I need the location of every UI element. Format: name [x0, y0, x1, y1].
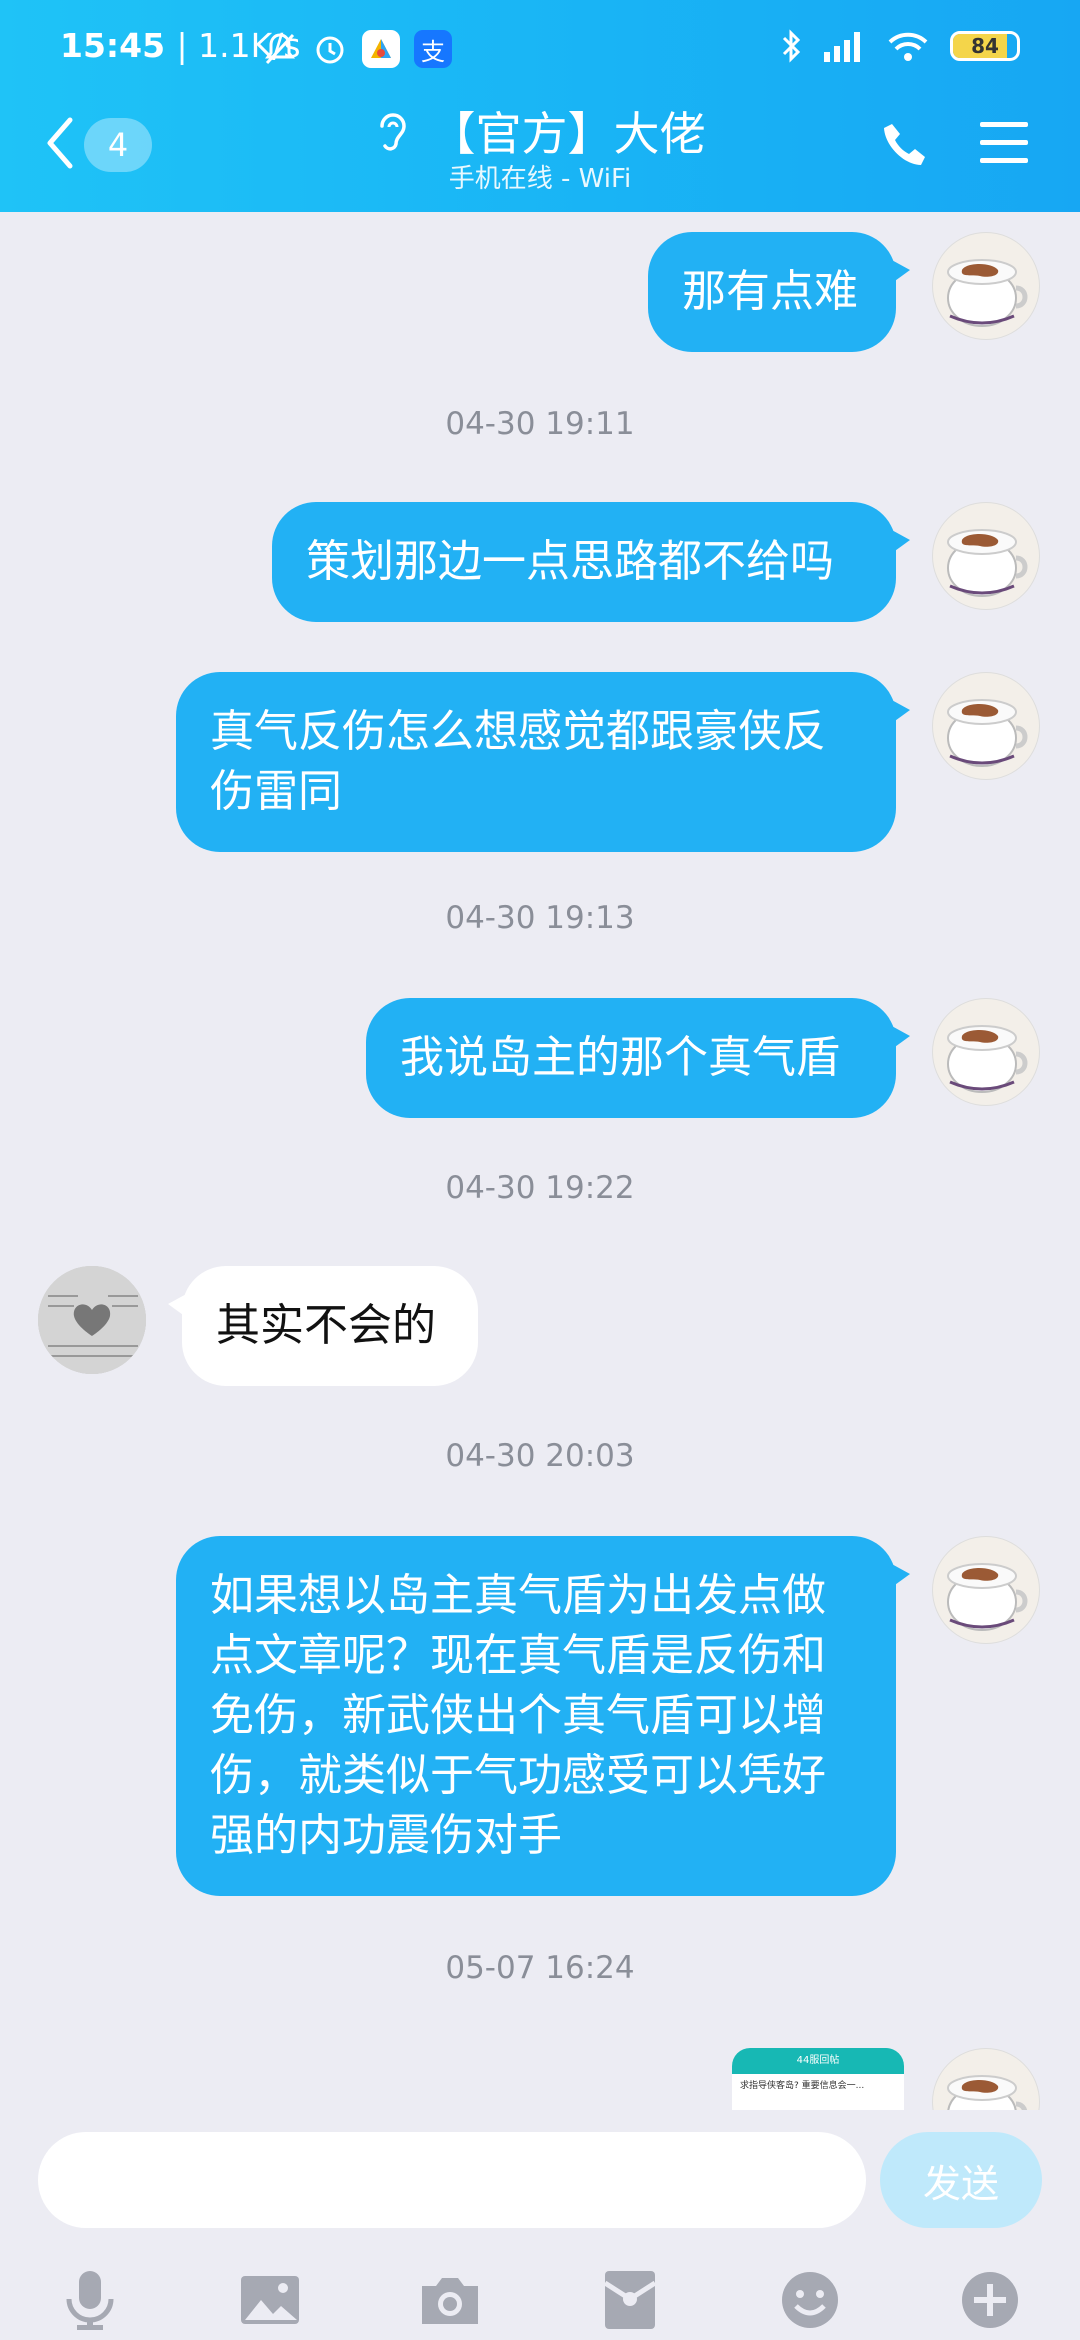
- camera-button[interactable]: [410, 2260, 490, 2340]
- composer-toolbar: [0, 2260, 1080, 2340]
- message-bubble-received[interactable]: 其实不会的: [168, 1266, 478, 1386]
- message-timestamp: 05-07 16:24: [445, 1950, 635, 1986]
- message-bubble-sent[interactable]: 策划那边一点思路都不给吗: [272, 502, 910, 622]
- bluetooth-icon: [782, 29, 801, 63]
- thumbnail-title: 44服回帖: [732, 2048, 904, 2074]
- message-bubble-sent[interactable]: 我说岛主的那个真气盾: [366, 998, 910, 1118]
- red-packet-button[interactable]: [590, 2260, 670, 2340]
- emoji-icon: [782, 2272, 838, 2328]
- my-avatar[interactable]: [932, 232, 1040, 340]
- message-bubble-sent[interactable]: 如果想以岛主真气盾为出发点做点文章呢？现在真气盾是反伤和免伤，新武侠出个真气盾可…: [176, 1536, 910, 1896]
- my-avatar[interactable]: [932, 1536, 1040, 1644]
- wifi-icon: [888, 32, 928, 61]
- chat-title: 【官方】大佬: [429, 107, 706, 161]
- thumbnail-text: 求指导侠客岛? 重要信息会一...: [740, 2081, 865, 2091]
- message-timestamp: 04-30 19:11: [445, 406, 635, 442]
- status-notification-icons: 支: [262, 30, 452, 68]
- emoji-button[interactable]: [770, 2260, 850, 2340]
- signal-icon: [824, 32, 860, 62]
- red-packet-icon: [603, 2271, 657, 2329]
- message-timestamp: 04-30 19:22: [445, 1170, 635, 1206]
- my-avatar[interactable]: [932, 2048, 1040, 2110]
- phone-call-icon[interactable]: [878, 118, 932, 172]
- chat-header: 15:45 | 1.1K/s 支 84 4 【官方】大佬 手机在线 - WiFi: [0, 0, 1080, 212]
- send-button[interactable]: 发送: [880, 2132, 1042, 2228]
- contact-avatar[interactable]: [38, 1266, 146, 1374]
- status-system-icons: 84: [780, 28, 1020, 64]
- my-avatar[interactable]: [932, 672, 1040, 780]
- message-timestamp: 04-30 19:13: [445, 900, 635, 936]
- menu-icon[interactable]: [978, 118, 1030, 168]
- mic-icon: [66, 2271, 114, 2330]
- alipay-icon: 支: [414, 30, 452, 68]
- message-timestamp: 04-30 20:03: [445, 1438, 635, 1474]
- message-list[interactable]: 那有点难 04-30 19:11 策划那边一点思路都不给吗 真气反伤怎么想感觉都…: [0, 212, 1080, 2110]
- plus-icon: [962, 2272, 1018, 2328]
- battery-icon: 84: [950, 31, 1020, 61]
- voice-button[interactable]: [50, 2260, 130, 2340]
- photo-album-button[interactable]: [230, 2260, 310, 2340]
- more-button[interactable]: [950, 2260, 1030, 2340]
- alarm-icon: [316, 36, 344, 64]
- earpiece-mode-icon[interactable]: [374, 108, 412, 154]
- my-avatar[interactable]: [932, 502, 1040, 610]
- camera-icon: [422, 2278, 478, 2324]
- message-input[interactable]: [38, 2132, 866, 2228]
- my-avatar[interactable]: [932, 998, 1040, 1106]
- message-bubble-sent[interactable]: 那有点难: [648, 232, 910, 352]
- composer: 发送: [0, 2110, 1080, 2340]
- mute-bell-icon: [265, 33, 295, 65]
- image-message-thumbnail[interactable]: 44服回帖 求指导侠客岛? 重要信息会一...: [732, 2048, 904, 2110]
- image-icon: [241, 2276, 299, 2324]
- app-icon: [362, 30, 400, 68]
- message-bubble-sent[interactable]: 真气反伤怎么想感觉都跟豪侠反伤雷同: [176, 672, 910, 852]
